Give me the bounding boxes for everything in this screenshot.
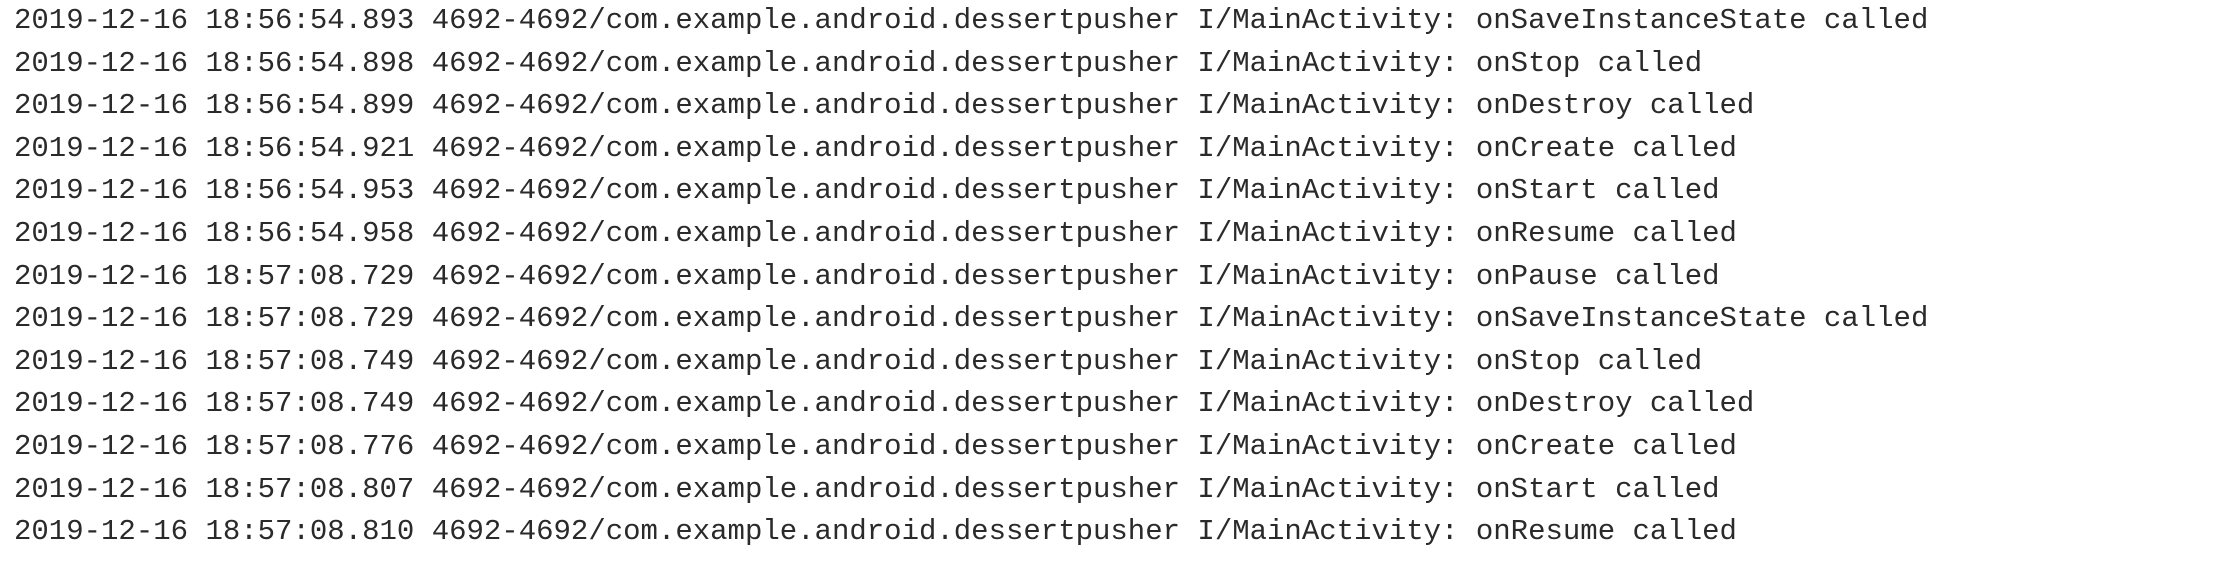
- log-message: onStart called: [1475, 472, 1720, 506]
- log-line: 2019-12-16 18:57:08.749 4692-4692/com.ex…: [14, 383, 2214, 426]
- logcat-output: 2019-12-16 18:56:54.893 4692-4692/com.ex…: [14, 0, 2214, 565]
- log-tag: I/MainActivity:: [1197, 174, 1459, 208]
- log-line: 2019-12-16 18:57:08.749 4692-4692/com.ex…: [14, 341, 2214, 384]
- log-process: 4692-4692/com.example.android.dessertpus…: [431, 46, 1181, 80]
- log-process: 4692-4692/com.example.android.dessertpus…: [431, 131, 1181, 165]
- log-process: 4692-4692/com.example.android.dessertpus…: [431, 174, 1181, 208]
- log-tag: I/MainActivity:: [1197, 259, 1459, 293]
- log-date: 2019-12-16: [14, 515, 189, 549]
- log-time: 18:56:54.893: [205, 4, 415, 37]
- log-line: 2019-12-16 18:57:08.729 4692-4692/com.ex…: [14, 298, 2214, 341]
- log-process: 4692-4692/com.example.android.dessertpus…: [431, 302, 1181, 336]
- log-tag: I/MainActivity:: [1197, 344, 1459, 378]
- log-date: 2019-12-16: [14, 4, 189, 37]
- log-date: 2019-12-16: [14, 216, 189, 250]
- log-message: onStart called: [1475, 174, 1720, 208]
- log-date: 2019-12-16: [14, 174, 189, 208]
- log-process: 4692-4692/com.example.android.dessertpus…: [431, 89, 1181, 123]
- log-time: 18:56:54.953: [205, 174, 415, 208]
- log-process: 4692-4692/com.example.android.dessertpus…: [431, 515, 1181, 549]
- log-line: 2019-12-16 18:56:54.899 4692-4692/com.ex…: [14, 85, 2214, 128]
- log-tag: I/MainActivity:: [1197, 46, 1459, 80]
- log-line: 2019-12-16 18:56:54.958 4692-4692/com.ex…: [14, 213, 2214, 256]
- log-line: 2019-12-16 18:57:08.810 4692-4692/com.ex…: [14, 511, 2214, 554]
- log-line: 2019-12-16 18:56:54.921 4692-4692/com.ex…: [14, 128, 2214, 171]
- log-process: 4692-4692/com.example.android.dessertpus…: [431, 216, 1181, 250]
- log-date: 2019-12-16: [14, 131, 189, 165]
- log-process: 4692-4692/com.example.android.dessertpus…: [431, 472, 1181, 506]
- log-message: onSaveInstanceState called: [1475, 4, 1929, 37]
- log-time: 18:56:54.898: [205, 46, 415, 80]
- log-message: onCreate called: [1475, 429, 1737, 463]
- log-date: 2019-12-16: [14, 344, 189, 378]
- log-process: 4692-4692/com.example.android.dessertpus…: [431, 4, 1181, 37]
- log-message: onCreate called: [1475, 131, 1737, 165]
- log-time: 18:57:08.807: [205, 472, 415, 506]
- log-message: onDestroy called: [1475, 387, 1755, 421]
- log-tag: I/MainActivity:: [1197, 429, 1459, 463]
- log-line: 2019-12-16 18:56:54.893 4692-4692/com.ex…: [14, 0, 2214, 43]
- log-time: 18:57:08.776: [205, 429, 415, 463]
- log-process: 4692-4692/com.example.android.dessertpus…: [431, 344, 1181, 378]
- log-process: 4692-4692/com.example.android.dessertpus…: [431, 259, 1181, 293]
- log-tag: I/MainActivity:: [1197, 515, 1459, 549]
- log-tag: I/MainActivity:: [1197, 302, 1459, 336]
- log-message: onPause called: [1475, 259, 1720, 293]
- log-time: 18:57:08.729: [205, 302, 415, 336]
- log-line: 2019-12-16 18:56:54.898 4692-4692/com.ex…: [14, 43, 2214, 86]
- log-line: 2019-12-16 18:57:08.776 4692-4692/com.ex…: [14, 426, 2214, 469]
- log-time: 18:57:08.810: [205, 515, 415, 549]
- log-time: 18:56:54.958: [205, 216, 415, 250]
- log-message: onStop called: [1475, 46, 1703, 80]
- log-tag: I/MainActivity:: [1197, 131, 1459, 165]
- log-date: 2019-12-16: [14, 302, 189, 336]
- log-message: onStop called: [1475, 344, 1703, 378]
- log-time: 18:57:08.749: [205, 344, 415, 378]
- log-date: 2019-12-16: [14, 387, 189, 421]
- log-message: onSaveInstanceState called: [1475, 302, 1929, 336]
- log-time: 18:56:54.921: [205, 131, 415, 165]
- log-message: onDestroy called: [1475, 89, 1755, 123]
- log-line: 2019-12-16 18:57:08.807 4692-4692/com.ex…: [14, 469, 2214, 512]
- log-time: 18:57:08.749: [205, 387, 415, 421]
- log-process: 4692-4692/com.example.android.dessertpus…: [431, 387, 1181, 421]
- log-date: 2019-12-16: [14, 89, 189, 123]
- log-tag: I/MainActivity:: [1197, 387, 1459, 421]
- log-line: 2019-12-16 18:57:08.729 4692-4692/com.ex…: [14, 256, 2214, 299]
- log-date: 2019-12-16: [14, 472, 189, 506]
- log-date: 2019-12-16: [14, 429, 189, 463]
- log-message: onResume called: [1475, 515, 1737, 549]
- log-date: 2019-12-16: [14, 46, 189, 80]
- log-tag: I/MainActivity:: [1197, 4, 1459, 37]
- log-time: 18:56:54.899: [205, 89, 415, 123]
- log-date: 2019-12-16: [14, 259, 189, 293]
- log-tag: I/MainActivity:: [1197, 472, 1459, 506]
- log-message: onResume called: [1475, 216, 1737, 250]
- log-line: 2019-12-16 18:56:54.953 4692-4692/com.ex…: [14, 170, 2214, 213]
- log-tag: I/MainActivity:: [1197, 216, 1459, 250]
- log-tag: I/MainActivity:: [1197, 89, 1459, 123]
- log-time: 18:57:08.729: [205, 259, 415, 293]
- log-process: 4692-4692/com.example.android.dessertpus…: [431, 429, 1181, 463]
